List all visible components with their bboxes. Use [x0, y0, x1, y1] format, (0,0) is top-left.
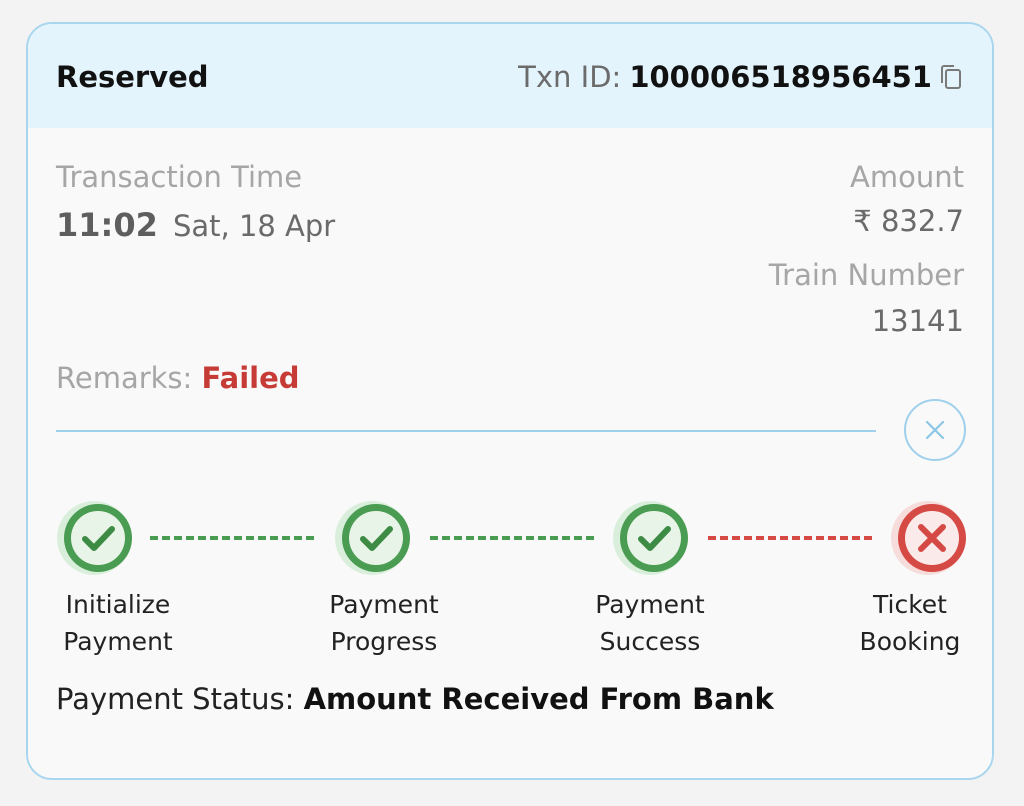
- step-label-payment-success: Payment Success: [580, 586, 720, 660]
- close-icon: [925, 420, 945, 440]
- step-label-payment-progress: Payment Progress: [314, 586, 454, 660]
- progress-tracker: Initialize Payment Payment Progress Paym…: [28, 494, 992, 656]
- close-button[interactable]: [904, 399, 966, 461]
- step-label-line: Ticket: [873, 590, 947, 619]
- step-label-ticket-booking: Ticket Booking: [840, 586, 980, 660]
- remarks-row: Remarks: Failed: [56, 361, 300, 395]
- step-label-line: Success: [599, 627, 701, 656]
- copy-icon[interactable]: [938, 63, 964, 91]
- transaction-time-value: 11:02 Sat, 18 Apr: [56, 206, 335, 244]
- x-circle-icon: [890, 498, 970, 578]
- connector-2: [430, 536, 594, 540]
- divider: [56, 430, 876, 432]
- step-label-initialize-payment: Initialize Payment: [48, 586, 188, 660]
- transaction-time-label: Transaction Time: [56, 160, 303, 194]
- step-label-line: Payment: [595, 590, 705, 619]
- step-label-line: Progress: [330, 627, 438, 656]
- txn-id-row: Txn ID: 100006518956451: [518, 60, 964, 94]
- step-label-line: Payment: [329, 590, 439, 619]
- card-header: Reserved Txn ID: 100006518956451: [28, 24, 992, 128]
- payment-status-value: Amount Received From Bank: [303, 682, 774, 716]
- check-circle-icon: [334, 498, 414, 578]
- step-label-line: Payment: [63, 627, 173, 656]
- train-number-value: 13141: [871, 304, 964, 338]
- amount-label: Amount: [850, 160, 964, 194]
- step-label-line: Booking: [859, 627, 961, 656]
- check-circle-icon: [612, 498, 692, 578]
- connector-1: [150, 536, 314, 540]
- train-number-label: Train Number: [768, 258, 964, 292]
- remarks-label: Remarks:: [56, 361, 193, 395]
- step-label-line: Initialize: [65, 590, 171, 619]
- amount-value: ₹ 832.7: [853, 204, 964, 238]
- txn-id-value: 100006518956451: [629, 60, 932, 94]
- transaction-card: Reserved Txn ID: 100006518956451 Transac…: [26, 22, 994, 780]
- check-circle-icon: [56, 498, 136, 578]
- payment-status-label: Payment Status:: [56, 682, 295, 716]
- booking-status: Reserved: [56, 60, 209, 94]
- txn-id-label: Txn ID:: [518, 60, 622, 94]
- remarks-value: Failed: [201, 361, 300, 395]
- transaction-date: Sat, 18 Apr: [172, 209, 336, 243]
- connector-3: [708, 536, 872, 540]
- payment-status-row: Payment Status: Amount Received From Ban…: [56, 682, 774, 716]
- transaction-time-hm: 11:02: [56, 206, 158, 244]
